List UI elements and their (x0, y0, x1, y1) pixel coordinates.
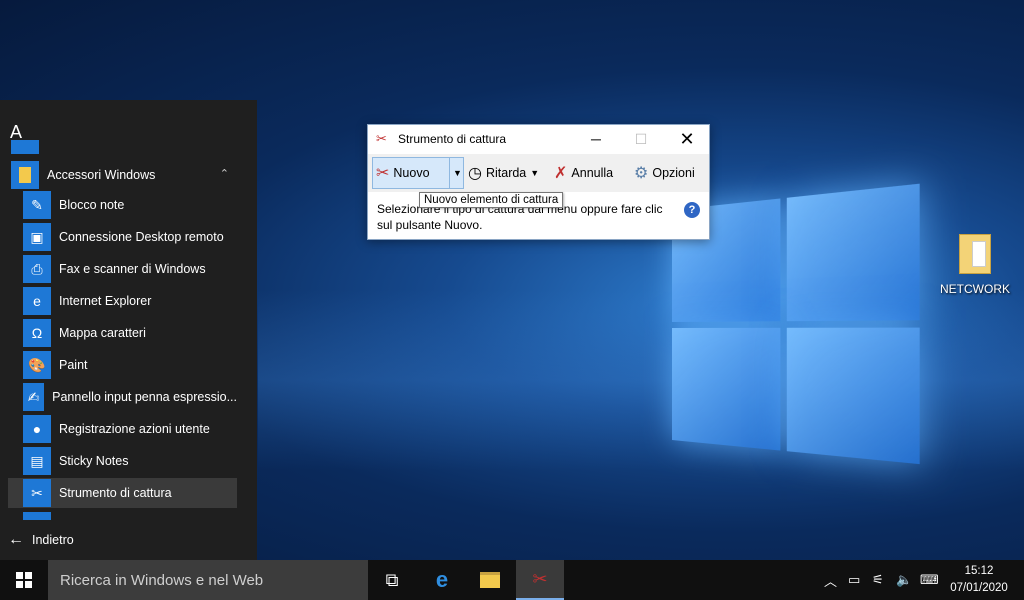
options-button[interactable]: ⚙ Opzioni (634, 157, 695, 189)
folder-icon (959, 234, 991, 274)
battery-icon[interactable]: ▭ (848, 560, 860, 600)
desktop-icon-label: NETCWORK (940, 282, 1010, 296)
snipping-tool-icon: ✂ (532, 568, 548, 589)
start-menu: A Accessori Windows ⌃ ✎ Blocco note ▣ Co… (0, 100, 257, 560)
minimize-button[interactable]: ─ (573, 125, 619, 153)
menu-item-snipping-tool[interactable]: ✂ Strumento di cattura (8, 478, 237, 508)
snipping-tool-taskbar-button[interactable]: ✂ (516, 560, 564, 600)
arrow-left-icon: ← (8, 531, 24, 548)
folder-icon (480, 572, 500, 588)
menu-item-fax-scanner[interactable]: ⎙ Fax e scanner di Windows (8, 254, 237, 284)
volume-icon[interactable]: 🔈 (896, 560, 912, 600)
help-icon[interactable]: ? (684, 202, 700, 218)
cancel-icon: ✗ (554, 165, 568, 182)
toolbar: ✂ Nuovo ▼ ◷ Ritarda ▼ ✗ Annulla ⚙ Opzion… (368, 154, 709, 192)
clock-time: 15:12 (964, 565, 994, 577)
chevron-up-icon: ⌃ (219, 168, 229, 180)
internet-explorer-icon: e (23, 287, 51, 315)
menu-item-internet-explorer[interactable]: e Internet Explorer (8, 286, 237, 316)
menu-item-character-map[interactable]: Ω Mappa caratteri (8, 318, 237, 348)
steps-recorder-icon: ● (23, 415, 51, 443)
tooltip: Nuovo elemento di cattura (419, 192, 564, 208)
fax-scanner-icon: ⎙ (23, 255, 51, 283)
menu-item-remote-desktop[interactable]: ▣ Connessione Desktop remoto (8, 222, 237, 252)
snipping-tool-icon: ✂ (376, 131, 387, 146)
folder-accessori-windows[interactable]: Accessori Windows ⌃ (8, 160, 237, 190)
close-button[interactable]: ✕ (664, 125, 710, 153)
wallpaper-windows-logo (672, 182, 933, 477)
scissors-icon: ✂ (376, 165, 390, 182)
search-box[interactable] (48, 560, 368, 600)
wifi-icon[interactable]: ⚟ (872, 560, 884, 600)
window-title: Strumento di cattura (398, 132, 507, 146)
task-view-button[interactable]: ⧉ (368, 560, 416, 600)
clock-date: 07/01/2020 (950, 582, 1008, 594)
start-button[interactable] (0, 560, 48, 600)
character-map-icon: Ω (23, 319, 51, 347)
clock-icon: ◷ (468, 165, 482, 182)
file-explorer-taskbar-button[interactable] (466, 560, 514, 600)
maximize-button[interactable]: ☐ (618, 125, 664, 153)
partial-app-icon (11, 140, 39, 154)
menu-item-paint[interactable]: 🎨 Paint (8, 350, 237, 380)
chevron-down-icon: ▼ (530, 168, 540, 178)
menu-item-steps-recorder[interactable]: ● Registrazione azioni utente (8, 414, 237, 444)
partial-app-icon (23, 512, 51, 520)
menu-item-blocco-note[interactable]: ✎ Blocco note (8, 190, 237, 220)
new-mode-dropdown[interactable]: ▼ (449, 158, 465, 188)
menu-item-math-input[interactable]: ✍ Pannello input penna espressio... (8, 382, 237, 412)
back-button[interactable]: ← Indietro (8, 528, 74, 552)
desktop-folder-netcwork[interactable]: NETCWORK (938, 234, 1012, 296)
menu-item-sticky-notes[interactable]: ▤ Sticky Notes (8, 446, 237, 476)
paint-icon: 🎨 (23, 351, 51, 379)
show-hidden-icons-button[interactable]: ︿ (824, 560, 837, 600)
task-view-icon: ⧉ (385, 569, 399, 590)
snipping-tool-icon: ✂ (23, 479, 51, 507)
math-input-icon: ✍ (23, 383, 45, 411)
snipping-tool-window: ✂ Strumento di cattura ─ ☐ ✕ ✂ Nuovo ▼ ◷… (367, 124, 710, 240)
edge-icon: e (435, 567, 449, 592)
folder-label: Accessori Windows (47, 168, 156, 182)
sticky-notes-icon: ▤ (23, 447, 51, 475)
remote-desktop-icon: ▣ (23, 223, 51, 251)
gear-icon: ⚙ (634, 165, 649, 182)
notepad-icon: ✎ (23, 191, 51, 219)
cancel-button[interactable]: ✗ Annulla (554, 157, 613, 189)
clock[interactable]: 15:12 07/01/2020 (944, 563, 1014, 597)
delay-button[interactable]: ◷ Ritarda ▼ (468, 157, 539, 189)
chevron-up-icon: ︿ (824, 573, 838, 589)
new-button[interactable]: ✂ Nuovo ▼ (372, 157, 464, 189)
keyboard-icon[interactable]: ⌨ (920, 560, 939, 600)
folder-icon (11, 161, 39, 189)
windows-logo-icon (16, 572, 32, 588)
search-input[interactable] (60, 571, 350, 589)
taskbar: ⧉ e ✂ ︿ ▭ ⚟ 🔈 ⌨ 15:12 07/01/2020 (0, 560, 1024, 600)
edge-taskbar-button[interactable]: e (418, 560, 466, 600)
